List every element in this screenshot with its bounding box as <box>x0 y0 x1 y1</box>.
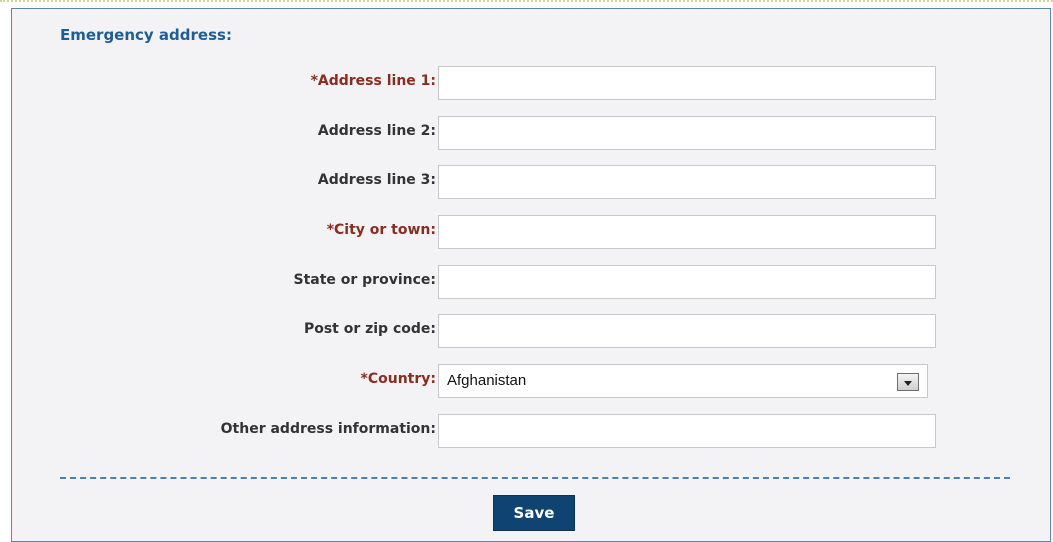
row-address-line-1: *Address line 1: <box>12 66 1052 100</box>
section-title: Emergency address: <box>60 26 232 44</box>
row-address-line-3: Address line 3: <box>12 165 1052 199</box>
state-input[interactable] <box>438 265 936 299</box>
country-dropdown-button[interactable] <box>897 373 919 391</box>
address-line-2-label: Address line 2: <box>317 123 436 139</box>
address-line-1-label: *Address line 1: <box>310 73 436 89</box>
city-input[interactable] <box>438 215 936 249</box>
chevron-down-icon <box>904 381 912 386</box>
address-line-1-input[interactable] <box>438 66 936 100</box>
row-state: State or province: <box>12 265 1052 299</box>
row-other-info: Other address information: <box>12 414 1052 448</box>
city-label: *City or town: <box>326 222 436 238</box>
row-city: *City or town: <box>12 215 1052 249</box>
dashed-divider <box>60 477 1010 479</box>
country-selected-value: Afghanistan <box>447 372 527 389</box>
postcode-input[interactable] <box>438 314 936 348</box>
save-button[interactable]: Save <box>493 495 575 531</box>
other-info-label: Other address information: <box>220 421 436 437</box>
row-postcode: Post or zip code: <box>12 314 1052 348</box>
top-dotted-border <box>0 0 1053 2</box>
country-select[interactable]: Afghanistan <box>438 364 928 398</box>
other-info-input[interactable] <box>438 414 936 448</box>
country-label: *Country: <box>360 371 436 387</box>
row-country: *Country: Afghanistan <box>12 364 1052 398</box>
emergency-address-panel: Emergency address: *Address line 1: Addr… <box>11 8 1051 542</box>
address-line-2-input[interactable] <box>438 116 936 150</box>
row-address-line-2: Address line 2: <box>12 116 1052 150</box>
state-label: State or province: <box>293 272 436 288</box>
address-line-3-label: Address line 3: <box>317 172 436 188</box>
postcode-label: Post or zip code: <box>303 321 436 337</box>
address-line-3-input[interactable] <box>438 165 936 199</box>
